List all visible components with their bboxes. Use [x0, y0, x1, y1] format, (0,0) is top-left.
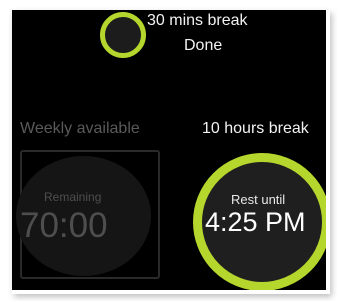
weekly-title: Weekly available — [20, 120, 140, 137]
break-status: Done — [184, 37, 223, 54]
rest-until-time: 4:25 PM — [205, 207, 306, 237]
remaining-label: Remaining — [44, 190, 102, 204]
watch-screen: 30 mins break Done Weekly available Rema… — [12, 10, 326, 290]
break-title: 30 mins break — [147, 12, 248, 29]
progress-ring-icon — [100, 12, 146, 58]
weekly-available-card[interactable]: Weekly available Remaining 70:00 — [12, 98, 164, 280]
remaining-value: 70:00 — [20, 206, 108, 245]
break-title: 10 hours break — [202, 120, 309, 137]
rest-until-label: Rest until — [231, 192, 286, 207]
